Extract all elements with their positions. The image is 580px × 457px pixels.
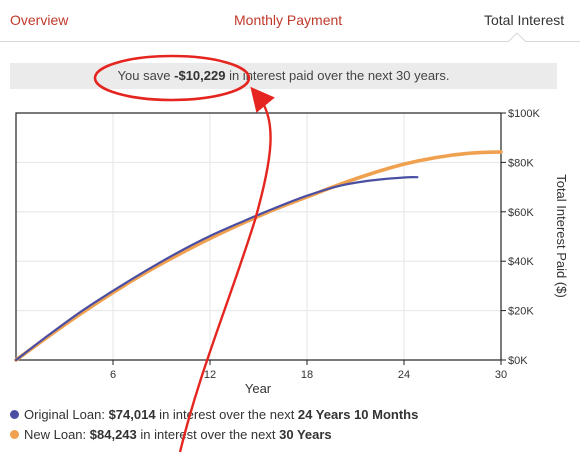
savings-banner: You save -$10,229 in interest paid over …	[10, 63, 557, 89]
active-tab-notch	[507, 32, 527, 43]
x-axis-label: Year	[245, 381, 272, 396]
legend-term-original: 24 Years 10 Months	[297, 407, 419, 422]
tab-underline-right	[526, 41, 580, 42]
y-tick-label: $80K	[508, 157, 534, 169]
legend-dot-original	[10, 410, 19, 419]
x-tick-label: 6	[110, 369, 116, 381]
tab-underline-left	[0, 41, 508, 42]
legend-label-original: Original Loan:	[24, 407, 109, 422]
savings-prefix: You save	[117, 68, 175, 83]
y-tick-label: $40K	[508, 256, 534, 268]
legend-term-new: 30 Years	[279, 427, 332, 442]
series-line-new-loan	[14, 150, 503, 362]
legend-amount-original: $74,014	[108, 407, 156, 422]
legend-amount-new: $84,243	[89, 427, 137, 442]
y-tick-label: $100K	[508, 108, 540, 120]
legend-middle-new: in interest over the next	[136, 427, 280, 442]
tab-bar: Overview Monthly Payment Total Interest	[0, 0, 580, 43]
savings-amount: -$10,229	[174, 68, 226, 83]
chart-series	[14, 150, 503, 362]
y-tick-label: $20K	[508, 306, 534, 318]
y-axis-ticks: $0K $20K $40K $60K $80K $100K	[501, 108, 540, 367]
x-axis-ticks: 6 12 18 24 30	[110, 360, 507, 381]
tab-total-interest[interactable]: Total Interest	[484, 12, 564, 28]
tab-overview[interactable]: Overview	[10, 12, 68, 28]
legend-new-loan: New Loan: $84,243 in interest over the n…	[10, 427, 332, 442]
savings-suffix: in interest paid over the next 30 years.	[225, 68, 450, 83]
legend-dot-new	[10, 430, 19, 439]
legend-original-loan: Original Loan: $74,014 in interest over …	[10, 407, 418, 422]
x-tick-label: 30	[495, 369, 507, 381]
chart-grid	[16, 112, 502, 361]
y-tick-label: $0K	[508, 355, 528, 367]
y-axis-label: Total Interest Paid ($)	[554, 174, 569, 298]
tab-monthly-payment[interactable]: Monthly Payment	[234, 12, 342, 28]
x-tick-label: 12	[204, 369, 216, 381]
legend-label-new: New Loan:	[24, 427, 90, 442]
y-tick-label: $60K	[508, 207, 534, 219]
interest-chart: $0K$20K$40K$60K$80K$100K 6 12 18 24 30 Year …	[14, 108, 569, 396]
x-tick-label: 24	[398, 369, 410, 381]
plot-frame	[15, 112, 502, 361]
x-tick-label: 18	[301, 369, 313, 381]
series-line-original-loan	[14, 176, 419, 362]
legend-middle-original: in interest over the next	[155, 407, 298, 422]
